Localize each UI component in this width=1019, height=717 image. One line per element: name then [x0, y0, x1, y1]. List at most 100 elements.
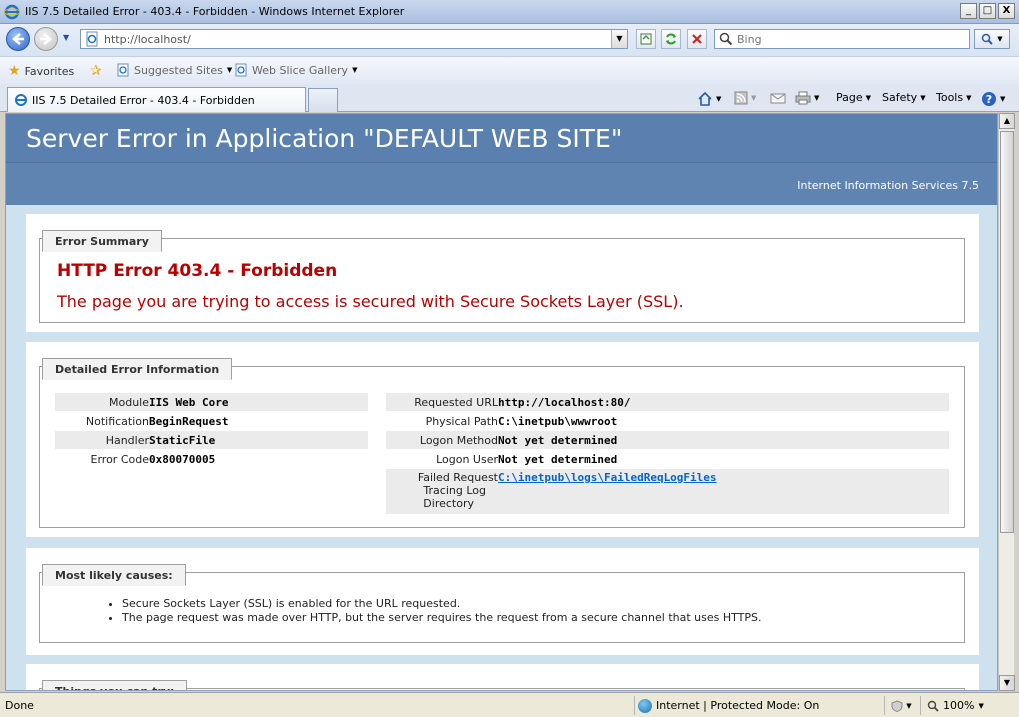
info-key-line: Directory [423, 497, 474, 510]
failed-request-log-link[interactable]: C:\inetpub\logs\FailedReqLogFiles [498, 471, 717, 484]
detailed-error-legend: Detailed Error Information [42, 358, 233, 380]
search-options-caret[interactable]: ▼ [997, 35, 1002, 43]
search-provider-icon [719, 32, 733, 46]
recent-pages-dropdown[interactable]: ▼ [63, 33, 69, 42]
info-row-handler: Handler StaticFile [55, 431, 368, 449]
new-tab-button[interactable] [308, 88, 338, 112]
things-to-try-legend: Things you can try: [42, 680, 188, 690]
ie-logo-icon [4, 4, 20, 19]
info-key: Physical Path [425, 414, 498, 428]
vertical-scrollbar[interactable]: ▲ ▼ [998, 113, 1015, 691]
favorites-button[interactable]: ★ Favorites [8, 63, 74, 79]
page-menu[interactable]: Page ▼ [836, 91, 871, 104]
add-to-favorites-bar-button[interactable]: ✰ [90, 63, 102, 79]
arrow-right-icon [40, 33, 52, 45]
printer-icon [795, 91, 811, 105]
print-button[interactable]: ▼ [795, 91, 819, 105]
favorites-bar: ★ Favorites ✰ Suggested Sites ▼ Web Slic… [0, 56, 1019, 84]
forward-button[interactable] [34, 27, 58, 51]
things-to-try-panel: Things you can try: [26, 664, 979, 690]
ie-page-icon [117, 63, 129, 77]
safety-menu[interactable]: Safety ▼ [882, 91, 926, 104]
list-item: Secure Sockets Layer (SSL) is enabled fo… [122, 597, 761, 610]
tools-menu[interactable]: Tools ▼ [936, 91, 972, 104]
info-value: Not yet determined [498, 433, 618, 447]
tab-title: IIS 7.5 Detailed Error - 403.4 - Forbidd… [32, 93, 255, 107]
chevron-down-icon: ▼ [906, 701, 912, 710]
zoom-control[interactable]: 100% ▼ [920, 696, 984, 715]
zoom-icon [927, 700, 939, 712]
scroll-up-button[interactable]: ▲ [999, 113, 1015, 129]
likely-causes-legend: Most likely causes: [42, 564, 186, 586]
suggested-sites-link[interactable]: Suggested Sites ▼ [116, 63, 232, 77]
maximize-button[interactable]: □ [979, 3, 996, 19]
page-title: Server Error in Application "DEFAULT WEB… [26, 124, 623, 153]
back-button[interactable] [6, 27, 30, 51]
read-mail-button[interactable] [770, 91, 786, 105]
info-row-requested-url: Requested URL http://localhost:80/ [386, 393, 949, 411]
info-row-failed-request-log: Failed Request Tracing Log Directory C:\… [386, 469, 949, 514]
compatibility-view-button[interactable] [636, 29, 656, 49]
chevron-down-icon: ▼ [865, 93, 872, 102]
stop-x-icon [692, 34, 702, 44]
address-url[interactable]: http://localhost/ [104, 33, 611, 46]
detailed-error-panel: Detailed Error Information Module IIS We… [26, 342, 979, 537]
minimize-button[interactable]: _ [960, 3, 977, 19]
page-menu-label: Page [836, 91, 863, 104]
home-button[interactable]: ▼ [697, 91, 721, 107]
info-row-logon-user: Logon User Not yet determined [386, 450, 949, 468]
compatibility-icon [640, 33, 652, 45]
likely-causes-panel: Most likely causes: Secure Sockets Layer… [26, 548, 979, 655]
protected-mode-button[interactable]: ▼ [884, 696, 918, 715]
scroll-thumb[interactable] [1000, 131, 1014, 533]
info-value: BeginRequest [149, 414, 229, 428]
chevron-down-icon[interactable]: ▼ [814, 94, 819, 102]
help-button[interactable]: ? ▼ [981, 91, 1005, 107]
refresh-icon [666, 33, 676, 45]
page-icon [86, 31, 98, 47]
tools-menu-label: Tools [936, 91, 964, 104]
search-input[interactable] [737, 32, 957, 46]
tab-active[interactable]: IIS 7.5 Detailed Error - 403.4 - Forbidd… [7, 87, 306, 112]
chevron-down-icon: ▼ [978, 701, 984, 710]
security-zone[interactable]: Internet | Protected Mode: On [634, 696, 819, 715]
arrow-left-icon [12, 33, 24, 45]
refresh-button[interactable] [661, 29, 681, 49]
info-value: http://localhost:80/ [498, 395, 631, 409]
add-favorite-star-icon: ✰ [90, 63, 102, 79]
info-key: Handler [105, 433, 149, 447]
info-value: Not yet determined [498, 452, 618, 466]
chevron-down-icon[interactable]: ▼ [751, 94, 756, 102]
web-slice-gallery-link[interactable]: Web Slice Gallery ▼ [234, 63, 357, 77]
chevron-down-icon[interactable]: ▼ [716, 95, 721, 103]
address-dropdown-button[interactable]: ▼ [611, 30, 627, 48]
close-button[interactable]: X [998, 3, 1015, 19]
feeds-button[interactable]: ▼ [734, 91, 756, 105]
info-key: Notification [85, 414, 149, 428]
zone-label: Internet | Protected Mode: On [656, 699, 820, 712]
chevron-down-icon: ▼ [226, 66, 233, 74]
info-value: 0x80070005 [149, 452, 216, 466]
info-key: Requested URL [414, 395, 498, 409]
window-title: IIS 7.5 Detailed Error - 403.4 - Forbidd… [25, 5, 405, 18]
search-button[interactable]: ▼ [974, 29, 1010, 49]
address-bar[interactable]: http://localhost/ ▼ [80, 29, 628, 49]
chevron-down-icon: ▼ [1000, 95, 1006, 103]
likely-causes-list: Secure Sockets Layer (SSL) is enabled fo… [122, 597, 761, 625]
info-value: IIS Web Core [149, 395, 229, 409]
info-key: Logon User [436, 452, 498, 466]
info-row-module: Module IIS Web Core [55, 393, 368, 411]
info-row-notification: Notification BeginRequest [55, 412, 368, 430]
ie-favicon-icon [15, 94, 27, 106]
window-controls: _ □ X [960, 3, 1015, 19]
info-key-line: Tracing Log [423, 484, 486, 497]
error-summary-legend: Error Summary [42, 230, 162, 252]
navigation-bar: ▼ http://localhost/ ▼ ▼ [0, 24, 1019, 56]
status-bar: Done Internet | Protected Mode: On ▼ 100… [0, 692, 1019, 717]
stop-button[interactable] [687, 29, 707, 49]
scroll-down-button[interactable]: ▼ [999, 675, 1015, 691]
rss-feed-icon [734, 91, 748, 105]
svg-text:?: ? [986, 93, 992, 106]
info-key: Module [109, 395, 149, 409]
search-box[interactable] [714, 29, 970, 49]
